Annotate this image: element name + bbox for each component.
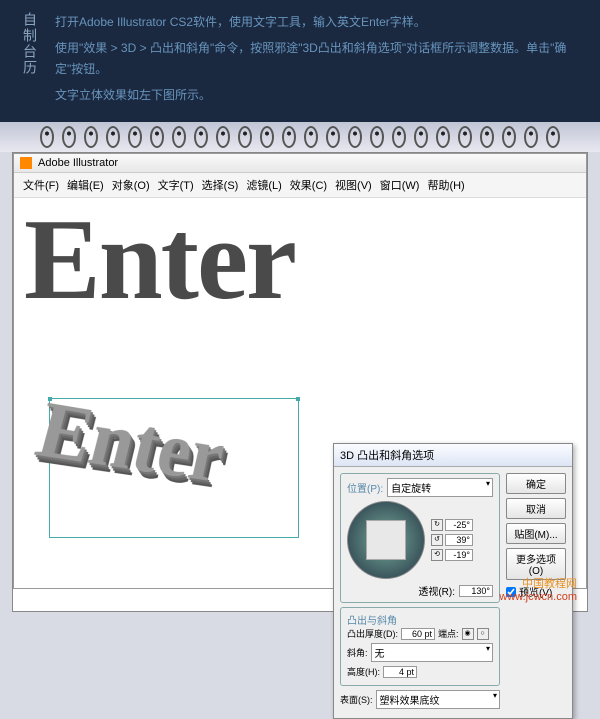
cancel-button[interactable]: 取消	[506, 498, 566, 519]
menu-type[interactable]: 文字(T)	[155, 177, 197, 193]
height-label: 高度(H):	[347, 665, 380, 678]
cube-face-front	[366, 520, 406, 560]
instruction-bar: 自制台历 打开Adobe Illustrator CS2软件，使用文字工具，输入…	[0, 0, 600, 122]
position-fieldset: 位置(P): 自定旋转 ↻-25°	[340, 473, 500, 603]
window-titlebar[interactable]: Adobe Illustrator	[14, 154, 586, 173]
x-axis-icon: ↻	[431, 519, 443, 531]
rotation-trackball[interactable]	[347, 501, 425, 579]
flat-text[interactable]: Enter	[24, 208, 576, 312]
bevel-legend: 凸出与斜角	[347, 612, 493, 627]
page-content: Adobe Illustrator 文件(F) 编辑(E) 对象(O) 文字(T…	[12, 152, 588, 612]
menu-edit[interactable]: 编辑(E)	[64, 177, 107, 193]
bevel-label: 斜角:	[347, 646, 368, 659]
bevel-dropdown[interactable]: 无	[371, 643, 493, 662]
perspective-input[interactable]: 130°	[459, 585, 493, 597]
menu-help[interactable]: 帮助(H)	[424, 177, 467, 193]
cap-on-icon[interactable]: ◉	[462, 628, 474, 640]
height-input[interactable]: 4 pt	[383, 666, 417, 678]
menu-bar: 文件(F) 编辑(E) 对象(O) 文字(T) 选择(S) 滤镜(L) 效果(C…	[14, 173, 586, 198]
menu-filter[interactable]: 滤镜(L)	[243, 177, 284, 193]
menu-view[interactable]: 视图(V)	[332, 177, 375, 193]
dialog-title[interactable]: 3D 凸出和斜角选项	[334, 444, 572, 467]
instruction-line: 文字立体效果如左下图所示。	[55, 85, 580, 107]
map-button[interactable]: 贴图(M)...	[506, 523, 566, 544]
z-axis-icon: ⟲	[431, 549, 443, 561]
perspective-label: 透视(R):	[418, 583, 455, 598]
menu-object[interactable]: 对象(O)	[109, 177, 153, 193]
depth-input[interactable]: 60 pt	[401, 628, 435, 640]
surface-dropdown[interactable]: 塑料效果底纹	[376, 690, 501, 709]
x-angle-input[interactable]: -25°	[445, 519, 473, 531]
menu-effect[interactable]: 效果(C)	[287, 177, 330, 193]
menu-window[interactable]: 窗口(W)	[377, 177, 423, 193]
instructions: 打开Adobe Illustrator CS2软件，使用文字工具，输入英文Ent…	[55, 12, 580, 110]
instruction-line: 打开Adobe Illustrator CS2软件，使用文字工具，输入英文Ent…	[55, 12, 580, 34]
app-icon	[20, 157, 32, 169]
three-d-text: Enter	[27, 383, 232, 501]
menu-file[interactable]: 文件(F)	[20, 177, 62, 193]
menu-select[interactable]: 选择(S)	[199, 177, 242, 193]
ok-button[interactable]: 确定	[506, 473, 566, 494]
cap-off-icon[interactable]: ○	[477, 628, 489, 640]
y-angle-input[interactable]: 39°	[445, 534, 473, 546]
depth-label: 凸出厚度(D):	[347, 627, 398, 640]
position-label: 位置(P):	[347, 480, 383, 495]
watermark-url: www.jcwcn.com	[499, 591, 577, 603]
z-angle-input[interactable]: -19°	[445, 549, 473, 561]
three-d-object[interactable]: Enter	[25, 375, 329, 586]
surface-label: 表面(S):	[340, 693, 373, 706]
side-title: 自制台历	[20, 12, 40, 110]
three-d-preview[interactable]: Enter	[29, 378, 339, 578]
y-axis-icon: ↺	[431, 534, 443, 546]
watermark: 中国教程网 www.jcwcn.com	[499, 575, 577, 603]
bevel-fieldset: 凸出与斜角 凸出厚度(D): 60 pt 端点: ◉ ○ 斜角: 无 高度(H)…	[340, 607, 500, 686]
position-dropdown[interactable]: 自定旋转	[387, 478, 493, 497]
spiral-binding	[0, 122, 600, 152]
instruction-line: 使用"效果 > 3D > 凸出和斜角"命令，按照邪途"3D凸出和斜角选项"对话框…	[55, 38, 580, 81]
watermark-text: 中国教程网	[499, 575, 577, 591]
window-title: Adobe Illustrator	[38, 157, 118, 169]
cap-label: 端点:	[438, 627, 459, 640]
